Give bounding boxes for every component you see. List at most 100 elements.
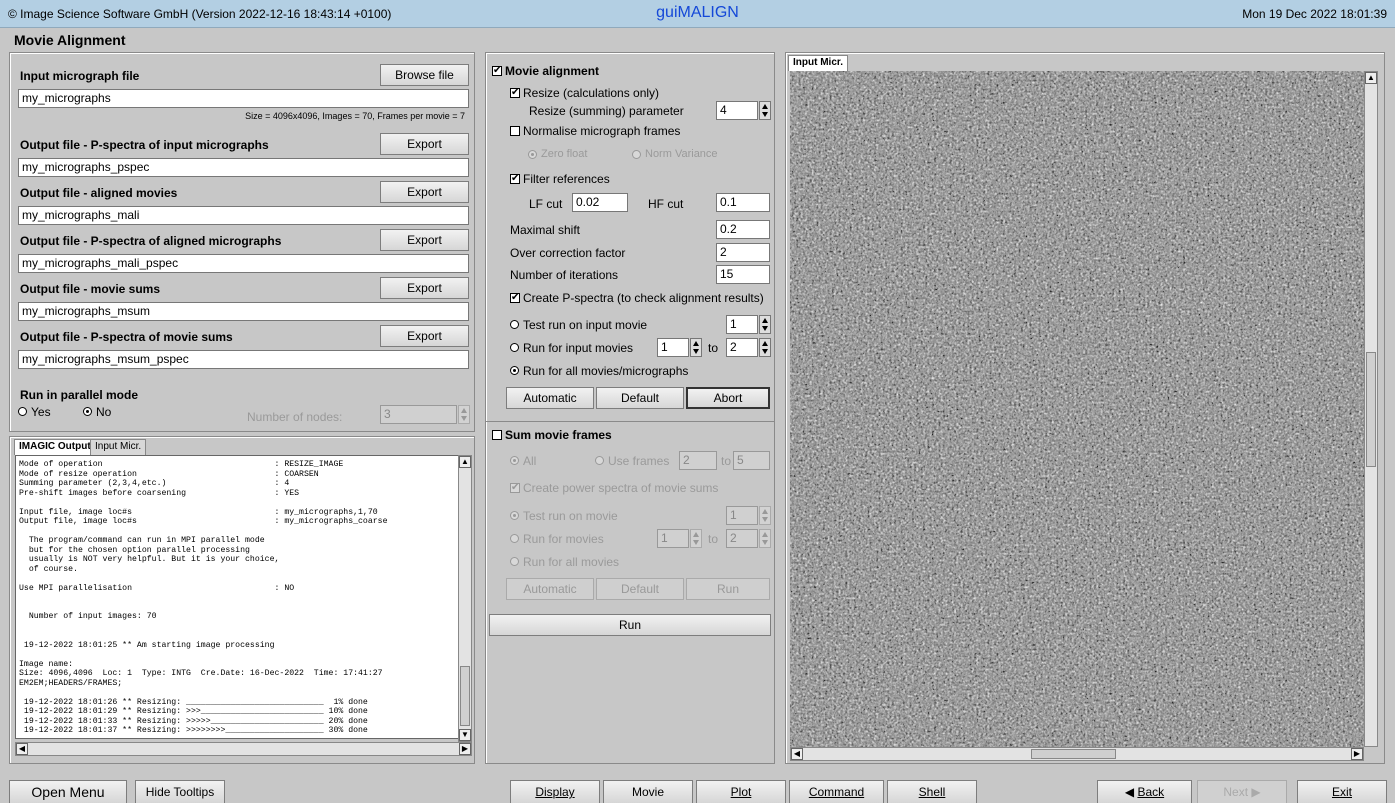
- run-all-movies-radio[interactable]: [510, 557, 519, 566]
- movie-button[interactable]: Movie: [603, 780, 693, 803]
- alignment-panel: Movie alignment Resize (calculations onl…: [485, 52, 775, 764]
- command-button[interactable]: Command: [789, 780, 884, 803]
- shell-label: Shell: [918, 785, 946, 799]
- resize-label: Resize (calculations only): [523, 86, 660, 100]
- filter-references-label: Filter references: [523, 172, 610, 186]
- tab-imagic-output[interactable]: IMAGIC Output: [14, 439, 96, 455]
- exit-button[interactable]: Exit: [1297, 780, 1387, 803]
- sum-frames-checkbox[interactable]: [492, 430, 502, 440]
- frames-to-field[interactable]: 5: [733, 451, 770, 470]
- msum-pspec-field[interactable]: my_micrographs_msum_pspec: [18, 350, 469, 369]
- open-menu-button[interactable]: Open Menu: [9, 780, 127, 803]
- scroll-right-icon[interactable]: ▶: [459, 743, 471, 755]
- shell-button[interactable]: Shell: [887, 780, 977, 803]
- parallel-no-radio[interactable]: [83, 407, 92, 416]
- export-mali-pspec-button[interactable]: Export: [380, 229, 469, 251]
- movies-to-spinner[interactable]: [759, 529, 771, 548]
- input-micrograph-field[interactable]: my_micrographs: [18, 89, 469, 108]
- use-frames-radio[interactable]: [595, 456, 604, 465]
- sum-test-run-radio[interactable]: [510, 511, 519, 520]
- norm-variance-radio[interactable]: [632, 150, 641, 159]
- viewer-scroll-right-icon[interactable]: ▶: [1351, 748, 1363, 760]
- movies-from-field[interactable]: 1: [657, 529, 689, 548]
- viewer-scroll-up-icon[interactable]: ▲: [1365, 72, 1377, 84]
- tab-input-micr[interactable]: Input Micr.: [90, 439, 147, 455]
- viewer-scroll-left-icon[interactable]: ◀: [791, 748, 803, 760]
- tab-viewer-input-micr[interactable]: Input Micr.: [788, 55, 848, 71]
- max-shift-field[interactable]: 0.2: [716, 220, 770, 239]
- movies-from-spinner[interactable]: [690, 529, 702, 548]
- log-vertical-scrollbar[interactable]: ▲ ▼: [458, 455, 472, 742]
- zero-float-radio[interactable]: [528, 150, 537, 159]
- sum-test-spinner[interactable]: [759, 506, 771, 525]
- over-correction-field[interactable]: 2: [716, 243, 770, 262]
- sum-all-radio[interactable]: [510, 456, 519, 465]
- test-run-field[interactable]: 1: [726, 315, 758, 334]
- lf-cut-field[interactable]: 0.02: [572, 193, 628, 212]
- display-button[interactable]: Display: [510, 780, 600, 803]
- resize-param-field[interactable]: 4: [716, 101, 758, 120]
- movies-to-field[interactable]: 2: [726, 529, 758, 548]
- back-label: Back: [1137, 785, 1165, 799]
- msum-field[interactable]: my_micrographs_msum: [18, 302, 469, 321]
- over-correction-label: Over correction factor: [510, 246, 626, 260]
- sum-automatic-button[interactable]: Automatic: [506, 578, 594, 600]
- run-button[interactable]: Run: [489, 614, 771, 636]
- sum-run-button[interactable]: Run: [686, 578, 770, 600]
- plot-button[interactable]: Plot: [696, 780, 786, 803]
- pspec-field[interactable]: my_micrographs_pspec: [18, 158, 469, 177]
- sum-test-field[interactable]: 1: [726, 506, 758, 525]
- hf-cut-field[interactable]: 0.1: [716, 193, 770, 212]
- default-button[interactable]: Default: [596, 387, 684, 409]
- create-pspectra-checkbox[interactable]: [510, 291, 520, 304]
- automatic-button[interactable]: Automatic: [506, 387, 594, 409]
- viewer-vertical-scrollbar[interactable]: ▲: [1364, 71, 1378, 747]
- msum-label: Output file - movie sums: [20, 282, 161, 296]
- run-from-spinner[interactable]: [690, 338, 702, 357]
- nodes-spinner[interactable]: [458, 405, 470, 424]
- normalise-checkbox[interactable]: [510, 126, 520, 136]
- frames-from-field[interactable]: 2: [679, 451, 717, 470]
- iterations-field[interactable]: 15: [716, 265, 770, 284]
- sum-default-button[interactable]: Default: [596, 578, 684, 600]
- title-bar: © Image Science Software GmbH (Version 2…: [0, 0, 1395, 28]
- viewer-horizontal-scrollbar[interactable]: ◀ ▶: [790, 747, 1364, 761]
- resize-checkbox[interactable]: [510, 86, 520, 99]
- viewer-vscroll-thumb[interactable]: [1366, 352, 1376, 467]
- abort-button[interactable]: Abort: [686, 387, 770, 409]
- mali-field[interactable]: my_micrographs_mali: [18, 206, 469, 225]
- export-mali-button[interactable]: Export: [380, 181, 469, 203]
- create-power-checkbox[interactable]: [510, 481, 520, 494]
- back-button[interactable]: ◀ Back: [1097, 780, 1192, 803]
- zero-float-label: Zero float: [541, 148, 588, 160]
- nodes-label: Number of nodes:: [247, 410, 343, 424]
- scroll-down-icon[interactable]: ▼: [459, 729, 471, 741]
- movie-alignment-checkbox[interactable]: [492, 64, 502, 77]
- open-menu-label: Open Menu: [31, 784, 105, 800]
- next-button[interactable]: Next ▶: [1197, 780, 1287, 803]
- export-msum-pspec-button[interactable]: Export: [380, 325, 469, 347]
- log-scroll-thumb[interactable]: [460, 666, 470, 726]
- export-pspec-button[interactable]: Export: [380, 133, 469, 155]
- test-run-radio[interactable]: [510, 320, 519, 329]
- pspec-label: Output file - P-spectra of input microgr…: [20, 138, 269, 152]
- export-msum-button[interactable]: Export: [380, 277, 469, 299]
- scroll-up-icon[interactable]: ▲: [459, 456, 471, 468]
- log-horizontal-scrollbar[interactable]: ◀ ▶: [15, 742, 472, 756]
- run-for-movies-radio[interactable]: [510, 534, 519, 543]
- run-from-field[interactable]: 1: [657, 338, 689, 357]
- viewer-hscroll-thumb[interactable]: [1031, 749, 1116, 759]
- run-all-radio[interactable]: [510, 366, 519, 375]
- filter-references-checkbox[interactable]: [510, 172, 520, 185]
- parallel-yes-radio[interactable]: [18, 407, 27, 416]
- resize-param-spinner[interactable]: [759, 101, 771, 120]
- nodes-field[interactable]: 3: [380, 405, 457, 424]
- run-to-spinner[interactable]: [759, 338, 771, 357]
- test-run-spinner[interactable]: [759, 315, 771, 334]
- run-to-field[interactable]: 2: [726, 338, 758, 357]
- hide-tooltips-button[interactable]: Hide Tooltips: [135, 780, 225, 803]
- mali-pspec-field[interactable]: my_micrographs_mali_pspec: [18, 254, 469, 273]
- scroll-left-icon[interactable]: ◀: [16, 743, 28, 755]
- browse-file-button[interactable]: Browse file: [380, 64, 469, 86]
- run-for-input-radio[interactable]: [510, 343, 519, 352]
